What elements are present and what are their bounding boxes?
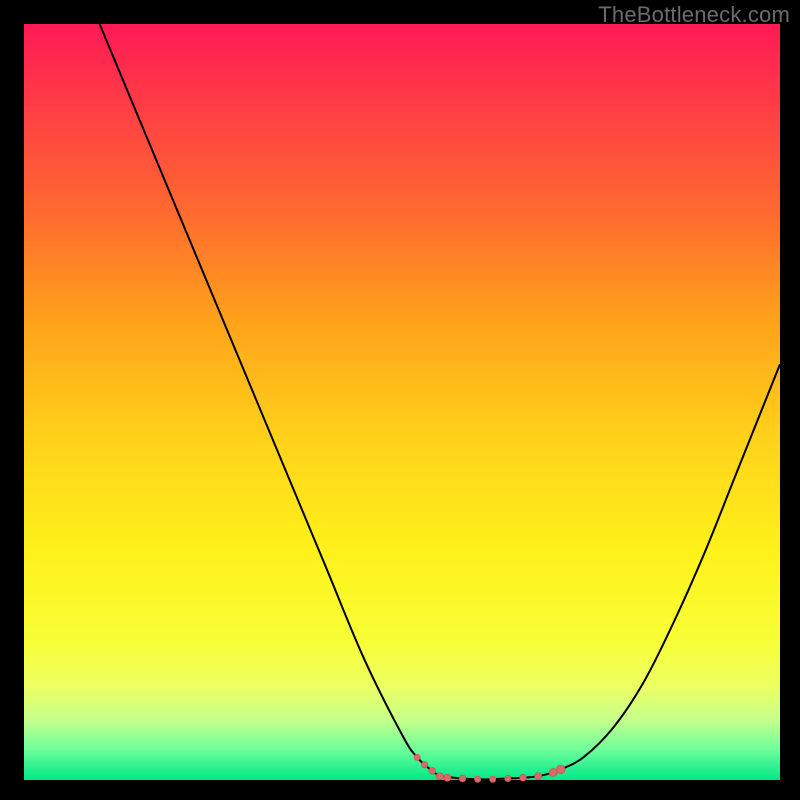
marker-point: [429, 768, 436, 775]
marker-point: [520, 774, 527, 781]
marker-point: [421, 762, 427, 768]
marker-point: [490, 776, 496, 782]
chart-frame: TheBottleneck.com: [0, 0, 800, 800]
marker-point: [436, 773, 443, 780]
plot-area: [24, 24, 780, 780]
marker-point: [459, 775, 466, 782]
marker-point: [414, 754, 420, 760]
marker-point: [556, 765, 565, 774]
left-curve: [100, 24, 440, 776]
marker-point: [474, 776, 480, 782]
right-curve: [561, 364, 780, 769]
chart-svg: [24, 24, 780, 780]
marker-point: [549, 768, 557, 776]
floor-curve: [440, 769, 561, 779]
marker-point: [444, 774, 451, 781]
marker-point: [534, 773, 541, 780]
marker-group: [414, 754, 565, 782]
marker-point: [505, 775, 511, 781]
